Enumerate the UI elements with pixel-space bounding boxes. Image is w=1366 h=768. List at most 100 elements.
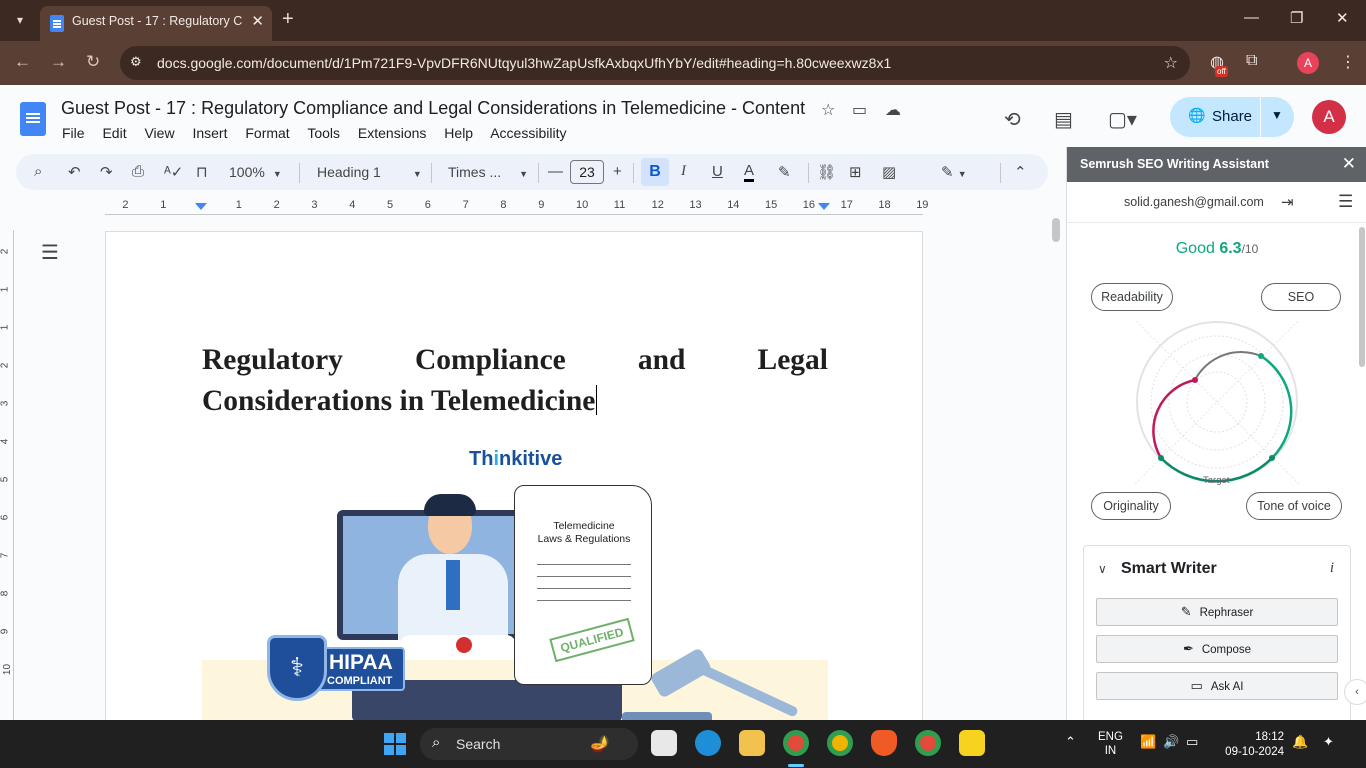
menu-extensions[interactable]: Extensions [358,125,426,141]
seo-pill[interactable]: SEO [1261,283,1341,311]
vertical-ruler-number: 1 [0,324,11,331]
editing-mode-icon[interactable]: ✎ ▼ [941,163,967,181]
sticky-notes-icon[interactable] [959,730,985,756]
account-avatar[interactable]: A [1312,100,1346,134]
browser-profile-avatar[interactable]: A [1297,52,1319,74]
italic-button[interactable]: I [681,163,686,180]
ask-ai-button[interactable]: ▭ Ask AI [1096,672,1338,700]
star-icon[interactable]: ☆ [821,100,835,120]
reload-button[interactable]: ↻ [86,52,100,72]
spellcheck-icon[interactable]: ᴬ✓ [164,163,183,181]
originality-pill[interactable]: Originality [1091,492,1171,520]
add-comment-icon[interactable]: ⊞ [849,163,862,181]
horizontal-ruler[interactable]: 2 1 1 2 3 4 5 6 7 8 9 10 11 12 13 14 15 16 17 18 19 [105,197,928,215]
version-history-icon[interactable]: ⟲ [1004,107,1021,132]
edge-app-icon[interactable] [695,730,721,756]
move-folder-icon[interactable]: ▭ [852,100,867,120]
info-icon[interactable]: i [1330,560,1334,577]
cloud-status-icon[interactable]: ☁ [885,100,901,120]
side-panel-chevron-left-icon[interactable]: ‹ [1344,679,1366,705]
restore-button[interactable]: ❐ [1290,9,1303,27]
browser-menu-icon[interactable]: ⋮ [1340,52,1356,72]
tone-of-voice-pill[interactable]: Tone of voice [1246,492,1342,520]
taskbar-search[interactable]: ⌕ Search 🪔 [420,728,638,760]
increase-font-size-icon[interactable]: + [613,163,622,180]
menu-format[interactable]: Format [245,125,289,141]
browser-tab-active[interactable]: Guest Post - 17 : Regulatory Compliance … [40,6,272,41]
insert-link-icon[interactable]: ⛓ [817,163,836,181]
chrome-profile-2-icon[interactable] [827,730,853,756]
sidebar-close-icon[interactable]: ✕ [1342,154,1356,174]
left-indent-marker[interactable] [195,203,207,210]
store-app-icon[interactable] [651,730,677,756]
comments-icon[interactable]: ▤ [1054,107,1073,132]
paragraph-style-select[interactable]: Heading 1 ▼ [317,164,422,180]
site-info-icon[interactable]: ⚙ [130,54,142,70]
extensions-puzzle-icon[interactable]: ⧉ [1246,52,1257,70]
print-icon[interactable]: ⎙ [132,163,144,180]
brave-app-icon[interactable] [871,730,897,756]
wifi-icon[interactable]: 📶 [1140,734,1156,750]
menu-accessibility[interactable]: Accessibility [490,125,566,141]
tab-close-icon[interactable]: ✕ [251,12,264,30]
menu-edit[interactable]: Edit [102,125,126,141]
chrome-profile-3-icon[interactable] [915,730,941,756]
hide-menus-chevron-up-icon[interactable]: ⌃ [1014,163,1027,181]
system-clock[interactable]: 18:12 09-10-2024 [1220,730,1284,760]
share-button[interactable]: 🌐 Share ▼ [1170,97,1294,137]
highlight-pen-icon[interactable]: ✎ [778,163,791,181]
chrome-profile-1-icon[interactable] [783,730,809,756]
redo-icon[interactable]: ↷ [100,163,113,181]
paint-format-icon[interactable]: ⊓ [196,163,208,181]
new-tab-button[interactable]: + [282,8,294,31]
underline-button[interactable]: U [712,163,723,180]
menu-insert[interactable]: Insert [192,125,227,141]
show-hidden-icons-chevron-up-icon[interactable]: ⌃ [1065,734,1076,750]
document-page[interactable]: Regulatory Compliance and Legal Consider… [105,231,923,732]
minimize-button[interactable]: — [1244,9,1259,26]
address-bar[interactable]: ⚙ docs.google.com/document/d/1Pm721F9-Vp… [120,46,1190,80]
notifications-bell-icon[interactable]: 🔔 [1292,734,1308,750]
logout-icon[interactable]: ⇥ [1281,193,1294,211]
font-family-select[interactable]: Times ... ▼ [448,164,528,180]
undo-icon[interactable]: ↶ [68,163,81,181]
search-menus-icon[interactable]: ⌕ [34,163,42,180]
rephraser-button[interactable]: ✎ Rephraser [1096,598,1338,626]
bookmark-star-icon[interactable]: ☆ [1164,53,1178,73]
decrease-font-size-icon[interactable]: — [548,163,563,180]
insert-image-icon[interactable]: ▨ [882,163,896,181]
forward-button[interactable]: → [50,52,67,72]
readability-pill[interactable]: Readability [1091,283,1173,311]
menu-view[interactable]: View [144,125,174,141]
font-size-input[interactable]: 23 [570,160,604,184]
hipaa-badge: HIPAA COMPLIANT ⚕ [267,635,407,701]
document-scrollbar[interactable] [1052,218,1060,242]
copilot-icon[interactable]: ✦ [1323,734,1334,750]
menu-file[interactable]: File [62,125,85,141]
document-title[interactable]: Guest Post - 17 : Regulatory Compliance … [61,98,805,119]
docs-logo-icon[interactable] [20,102,46,136]
meet-camera-icon[interactable]: ▢▾ [1108,107,1137,132]
volume-icon[interactable]: 🔊 [1163,734,1179,750]
telemedicine-illustration[interactable]: Telemedicine Laws & Regulations QUALIFIED… [202,480,828,732]
sidebar-menu-icon[interactable]: ☰ [1338,192,1353,212]
start-button[interactable] [384,733,406,755]
right-indent-marker[interactable] [818,203,830,210]
language-indicator[interactable]: ENG IN [1098,730,1123,758]
heading-1[interactable]: Regulatory Compliance and Legal Consider… [202,340,828,422]
text-color-button[interactable]: A [744,163,755,182]
back-button[interactable]: ← [14,52,31,72]
battery-icon[interactable]: ▭ [1186,734,1198,750]
sidebar-scrollbar[interactable] [1359,227,1365,367]
zoom-select[interactable]: 100% ▼ [229,164,282,180]
bold-button[interactable]: B [641,158,669,186]
file-explorer-icon[interactable] [739,730,765,756]
share-dropdown-icon[interactable]: ▼ [1271,108,1283,122]
menu-tools[interactable]: Tools [307,125,340,141]
compose-button[interactable]: ✒ Compose [1096,635,1338,663]
menu-help[interactable]: Help [444,125,473,141]
collapse-chevron-icon[interactable]: ∨ [1098,562,1107,576]
close-window-button[interactable]: ✕ [1336,9,1349,27]
document-outline-icon[interactable]: ☰ [41,240,59,265]
tab-search-icon[interactable]: ▾ [8,8,32,32]
